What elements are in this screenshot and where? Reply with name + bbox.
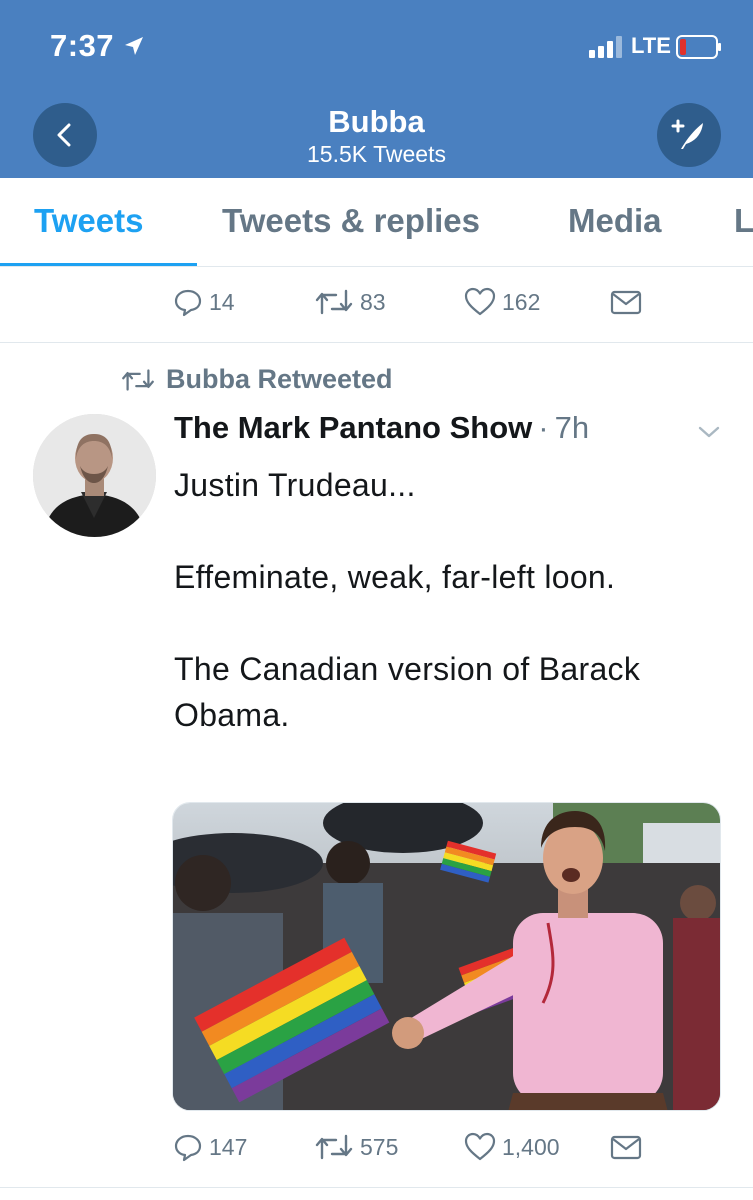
reply-button[interactable]: 147 — [173, 1132, 247, 1162]
battery-icon — [676, 35, 721, 59]
separator-dot: · — [538, 410, 549, 445]
profile-name: Bubba — [328, 104, 425, 139]
retweet-button[interactable]: 83 — [314, 287, 386, 317]
heart-icon — [464, 287, 496, 316]
prev-tweet-actions: 14 83 162 — [0, 287, 753, 327]
cell-signal-icon — [589, 36, 622, 58]
retweet-count: 83 — [360, 288, 386, 315]
tweet-text: Justin Trudeau... Effeminate, weak, far-… — [174, 467, 641, 733]
compose-quill-icon — [671, 119, 703, 149]
profile-tabs: Tweets Tweets & replies Media L — [0, 178, 753, 267]
envelope-icon — [610, 290, 642, 315]
retweeted-by-label[interactable]: Bubba Retweeted — [166, 364, 393, 395]
like-button[interactable]: 162 — [464, 287, 540, 317]
retweet-count: 575 — [360, 1133, 399, 1160]
reply-icon — [174, 289, 202, 317]
direct-message-button[interactable] — [610, 287, 642, 317]
location-arrow-icon — [125, 37, 143, 55]
avatar[interactable] — [33, 414, 156, 537]
envelope-icon — [610, 1135, 642, 1160]
tweet-actions: 147 575 1,400 — [0, 1132, 753, 1172]
tab-media[interactable]: Media — [568, 202, 662, 240]
heart-icon — [464, 1132, 496, 1161]
tweet-time[interactable]: 7h — [555, 410, 589, 446]
status-time: 7:37 — [50, 28, 115, 63]
tweet-divider — [0, 1187, 753, 1188]
tweet-header: The Mark Pantano Show · 7h — [174, 410, 589, 446]
tweet-count: 15.5K Tweets — [307, 141, 446, 167]
tab-tweets[interactable]: Tweets — [34, 202, 143, 240]
network-type: LTE — [631, 33, 671, 58]
direct-message-button[interactable] — [610, 1132, 642, 1162]
reply-count: 147 — [209, 1133, 248, 1160]
like-count: 162 — [502, 288, 541, 315]
pride-parade-photo — [173, 803, 720, 1110]
reply-icon — [174, 1134, 202, 1162]
author-photo — [33, 414, 156, 537]
reply-count: 14 — [209, 288, 235, 315]
active-tab-indicator — [0, 263, 197, 266]
retweet-icon — [315, 1134, 353, 1160]
retweet-icon — [315, 289, 353, 315]
compose-tweet-button[interactable] — [657, 103, 721, 167]
tab-tweets-and-replies[interactable]: Tweets & replies — [222, 202, 480, 240]
like-button[interactable]: 1,400 — [464, 1132, 560, 1162]
retweet-button[interactable]: 575 — [314, 1132, 398, 1162]
like-count: 1,400 — [502, 1133, 560, 1160]
author-name[interactable]: The Mark Pantano Show — [174, 410, 532, 446]
retweeted-by-row: Bubba Retweeted — [120, 364, 393, 395]
retweet-icon — [122, 368, 154, 391]
tweet-photo[interactable] — [172, 802, 721, 1111]
reply-button[interactable]: 14 — [173, 287, 235, 317]
top-bar: 7:37 LTE Bubba 15.5K Tweets — [0, 0, 753, 178]
tweet-divider — [0, 342, 753, 343]
tab-likes[interactable]: L — [734, 202, 753, 240]
chevron-down-icon[interactable] — [697, 424, 721, 440]
